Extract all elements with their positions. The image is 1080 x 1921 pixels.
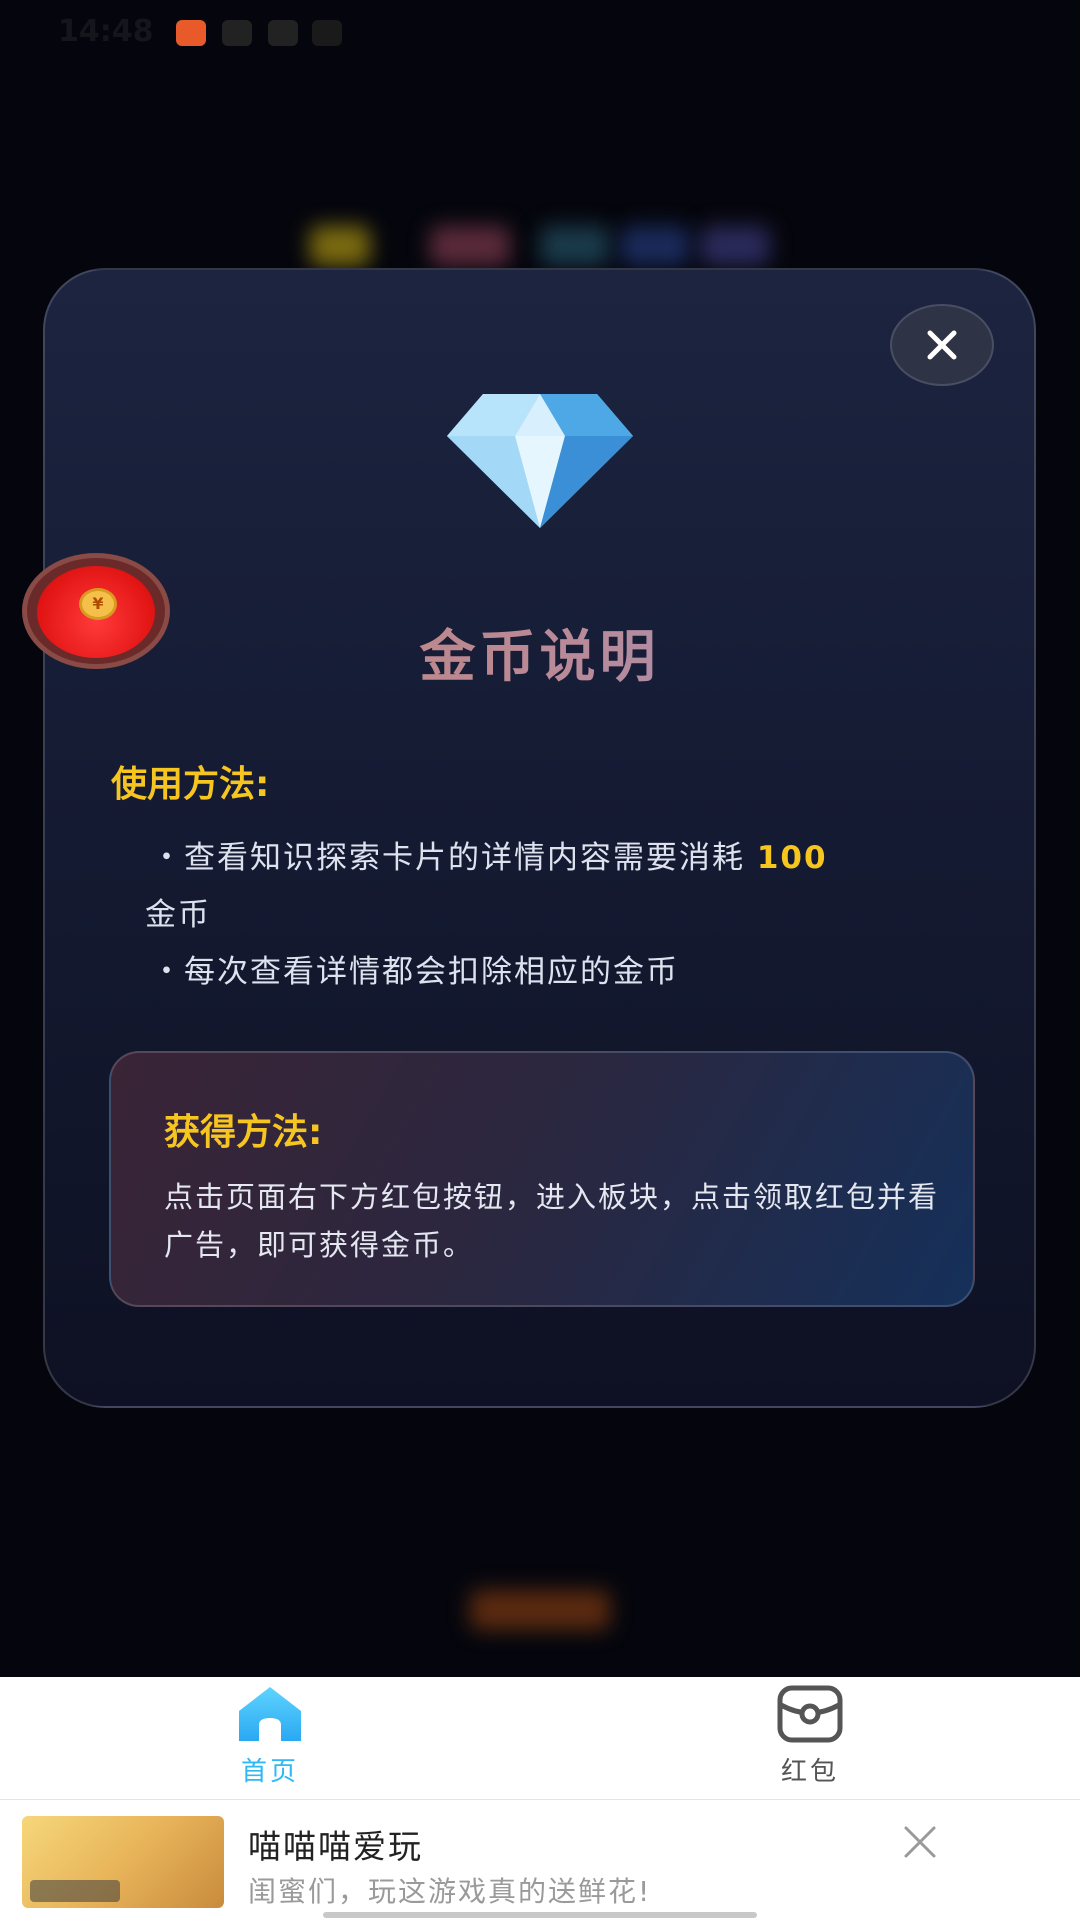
diamond-icon [447,394,633,528]
background-decoration [540,226,610,266]
ad-title: 喵喵喵爱玩 [248,1827,423,1866]
usage-item: ・每次查看详情都会扣除相应的金币 [151,954,679,990]
coin-amount: 100 [756,840,828,876]
obtain-method-card: 获得方法: 点击页面右下方红包按钮，进入板块，点击领取红包并看广告，即可获得金币… [109,1051,975,1307]
obtain-heading: 获得方法: [164,1112,323,1153]
ad-subtitle: 闺蜜们，玩这游戏真的送鲜花! [248,1875,652,1908]
status-time: 14:48 [58,14,154,49]
system-status-icons [760,20,1040,48]
notification-icon [268,20,298,46]
notification-icon [222,20,252,46]
status-bar: 14:48 [0,0,1080,70]
obtain-text: 点击页面右下方红包按钮，进入板块，点击领取红包并看广告，即可获得金币。 [164,1180,940,1262]
nav-label: 首页 [240,1757,299,1787]
usage-heading: 使用方法: [111,764,270,805]
ad-thumbnail[interactable] [22,1816,224,1908]
background-decoration [470,1590,610,1630]
usage-list: ・查看知识探索卡片的详情内容需要消耗 100 金币 ・每次查看详情都会扣除相应的… [145,830,1031,1001]
close-icon [927,330,957,360]
tiktok-icon [312,20,342,46]
background-decoration [700,226,770,266]
background-decoration [310,226,370,266]
background-decoration [430,226,510,266]
close-button[interactable] [890,304,994,386]
coin-info-dialog: 金币说明 使用方法: ・查看知识探索卡片的详情内容需要消耗 100 金币 ・每次… [43,268,1036,1408]
close-icon[interactable] [898,1820,942,1864]
nav-item-red-packet[interactable]: 红包 [740,1685,880,1795]
home-icon [239,1687,301,1741]
floating-red-packet-button[interactable]: ¥ [22,553,170,669]
app-notification-icon [176,20,206,46]
bottom-nav: 首页 红包 [0,1677,1080,1799]
usage-item: ・查看知识探索卡片的详情内容需要消耗 100 [151,830,1031,887]
usage-item-text: ・查看知识探索卡片的详情内容需要消耗 [151,840,757,876]
dialog-title: 金币说明 [45,612,1034,693]
ad-badge [30,1880,120,1902]
yuan-coin-icon: ¥ [79,588,117,620]
ad-banner[interactable]: 喵喵喵爱玩 闺蜜们，玩这游戏真的送鲜花! [0,1799,1080,1921]
red-packet-icon [777,1685,843,1743]
home-indicator [323,1912,757,1918]
background-decoration [620,226,690,266]
nav-item-home[interactable]: 首页 [200,1685,340,1795]
red-packet-icon: ¥ [37,566,155,658]
usage-item-continuation: 金币 [145,897,211,933]
nav-label: 红包 [780,1757,839,1787]
